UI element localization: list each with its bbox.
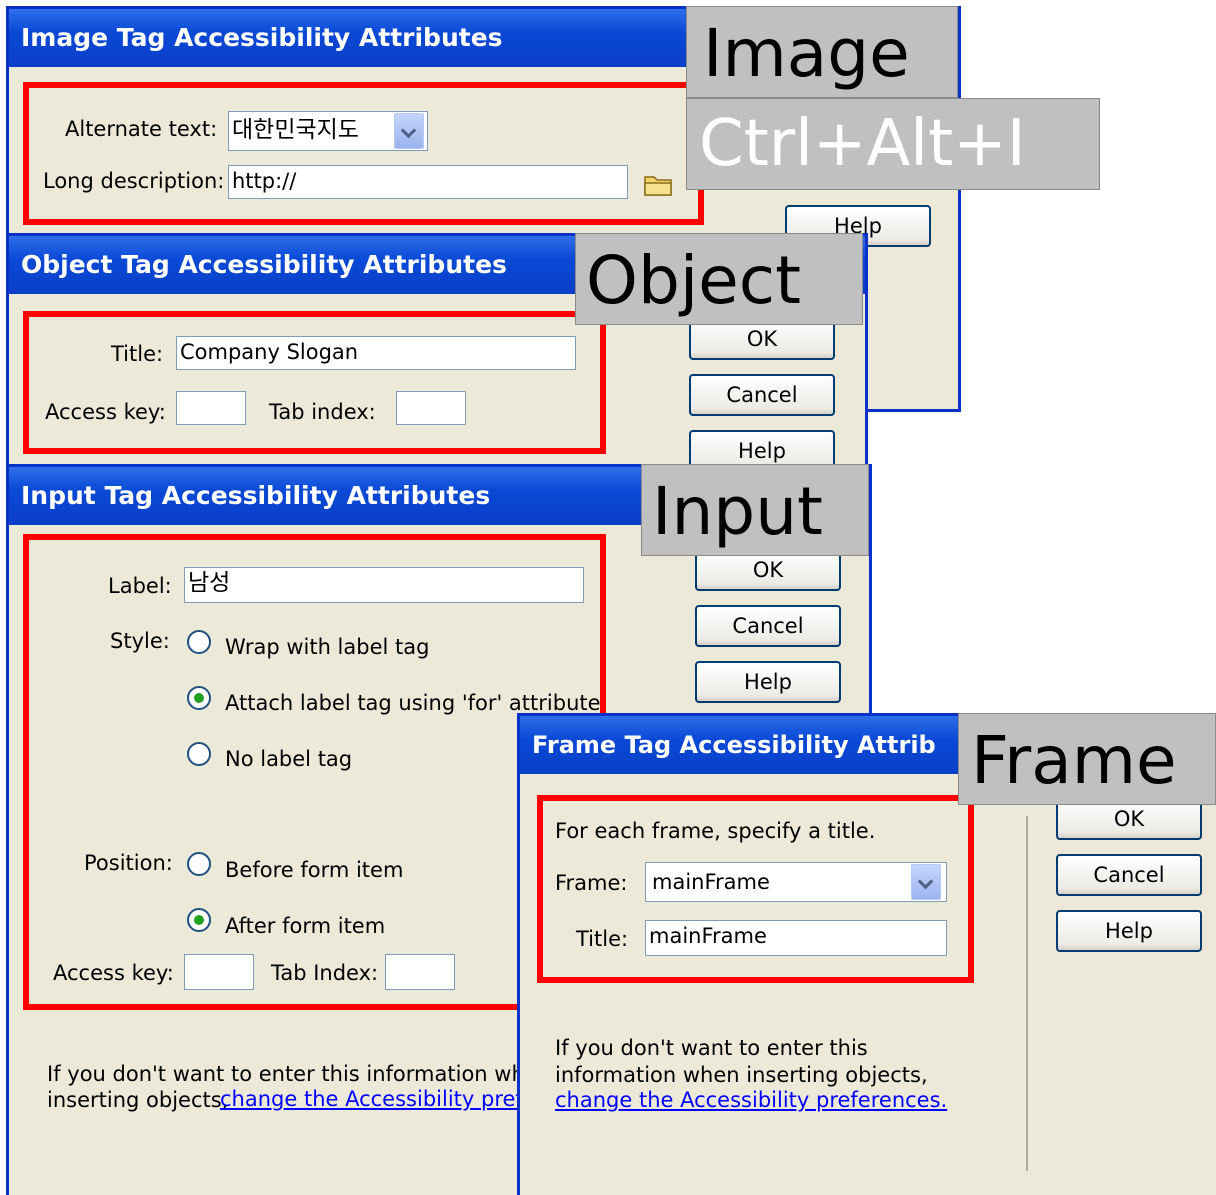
input-note-line2: inserting objects, bbox=[47, 1088, 236, 1112]
object-cancel-button[interactable]: Cancel bbox=[689, 374, 835, 416]
frame-highlight-box bbox=[537, 795, 974, 983]
input-help-button[interactable]: Help bbox=[695, 661, 841, 703]
frame-accessibility-link[interactable]: change the Accessibility preferences. bbox=[555, 1088, 947, 1112]
object-highlight-box bbox=[23, 311, 606, 454]
frame-help-button[interactable]: Help bbox=[1056, 910, 1202, 952]
input-cancel-button[interactable]: Cancel bbox=[695, 605, 841, 647]
image-highlight-box bbox=[23, 82, 704, 225]
frame-tag-callout: Frame bbox=[958, 713, 1216, 805]
shortcut-tag-callout: Ctrl+Alt+I bbox=[686, 98, 1100, 190]
image-tag-callout: Image bbox=[686, 6, 958, 98]
input-accessibility-link[interactable]: change the Accessibility prefere bbox=[220, 1087, 557, 1111]
input-tag-callout: Input bbox=[641, 464, 869, 556]
input-note-line1: If you don't want to enter this informat… bbox=[47, 1062, 551, 1086]
frame-note: If you don't want to enter this informat… bbox=[555, 1036, 928, 1087]
object-tag-callout: Object bbox=[575, 233, 863, 325]
frame-separator bbox=[1026, 816, 1028, 1171]
frame-cancel-button[interactable]: Cancel bbox=[1056, 854, 1202, 896]
